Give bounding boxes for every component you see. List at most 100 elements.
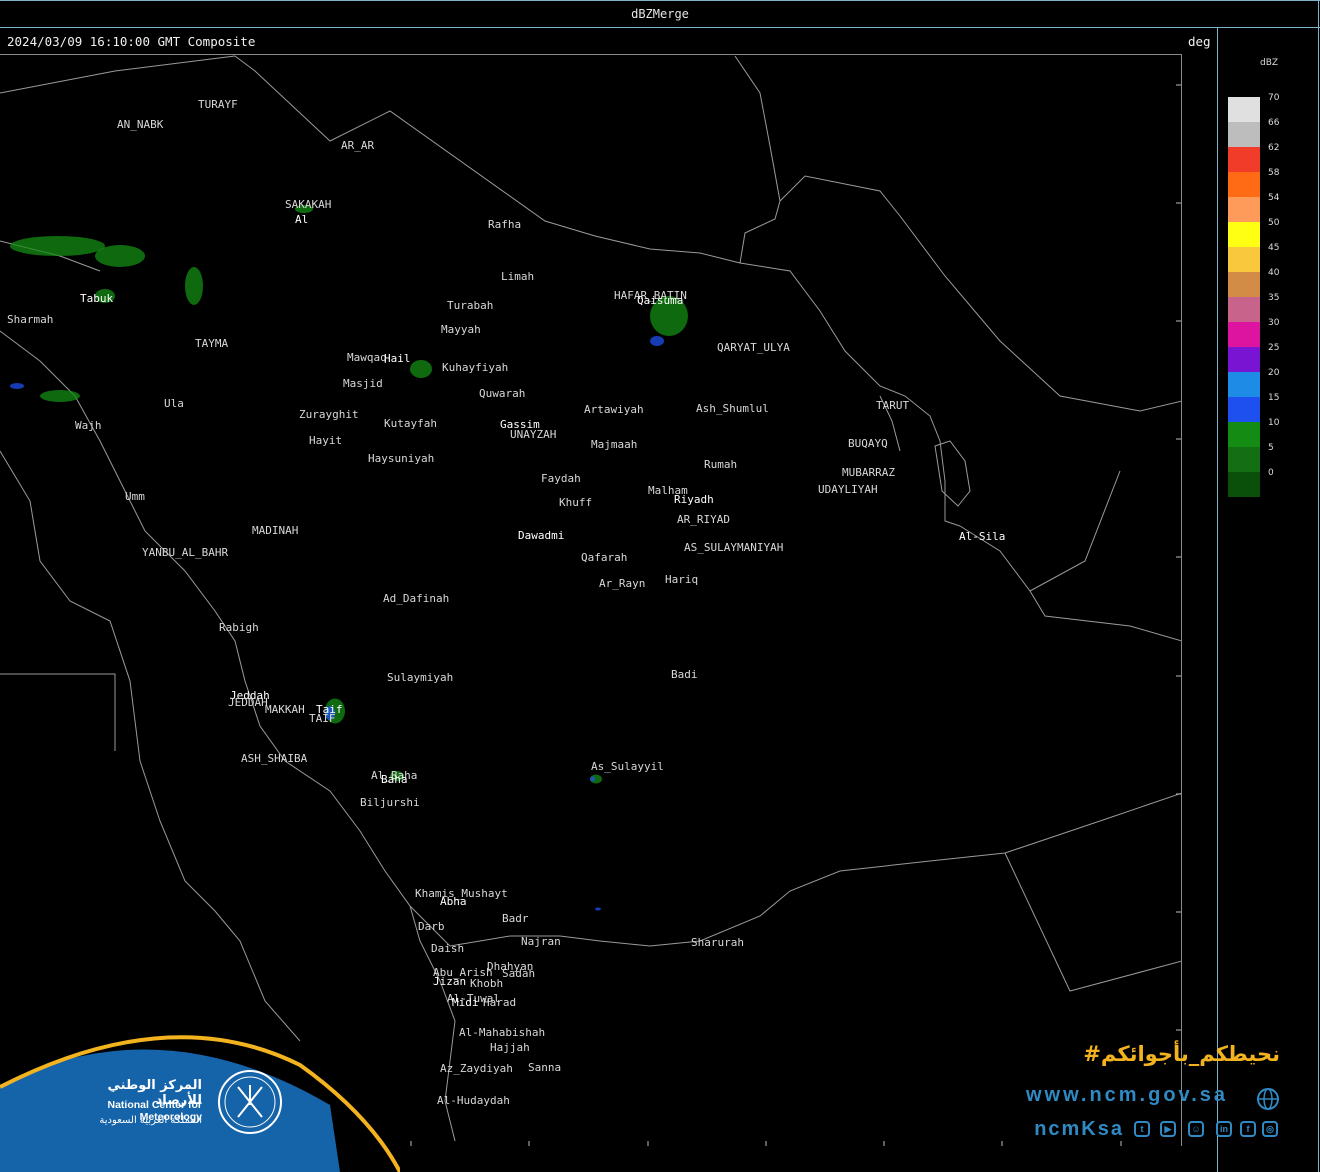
place-label: Qafarah — [581, 551, 627, 564]
place-label: Sanna — [528, 1061, 561, 1074]
window-title: dBZMerge — [631, 7, 689, 21]
radar-echo — [40, 390, 80, 402]
legend-value: 54 — [1268, 193, 1280, 203]
radar-echo — [595, 907, 601, 911]
place-label: JEDDAH — [228, 696, 268, 709]
legend-row: 50 — [1228, 218, 1279, 247]
place-label: MADINAH — [252, 524, 298, 537]
legend-value: 30 — [1268, 318, 1280, 328]
radar-echo — [590, 776, 595, 782]
borders — [0, 55, 1181, 1142]
legend-value: 45 — [1268, 243, 1280, 253]
social-handle[interactable]: ncmKsa — [1000, 1118, 1124, 1141]
legend-swatch — [1228, 372, 1260, 397]
legend-row: 10 — [1228, 418, 1279, 447]
place-label: Umm — [125, 490, 145, 503]
legend-row: 62 — [1228, 143, 1279, 172]
place-label: Baha — [381, 773, 408, 786]
country-name-arabic: المملكة العربية السعودية — [99, 1115, 202, 1126]
place-labels: TURAYF AN_NABK AR_AR SAKAKAH Al Rafha Tabuk Sha… — [7, 98, 1005, 1107]
place-label: Faydah — [541, 472, 581, 485]
place-label: Badi — [671, 668, 698, 681]
place-label: Zurayghit — [299, 408, 359, 421]
legend-swatch — [1228, 172, 1260, 197]
legend-row: 54 — [1228, 193, 1279, 222]
place-label: QARYAT_ULYA — [717, 341, 790, 354]
website-link[interactable]: www.ncm.gov.sa — [1000, 1084, 1228, 1107]
twitter-icon[interactable]: t — [1134, 1121, 1150, 1137]
legend-row: 20 — [1228, 368, 1279, 397]
place-label: Badr — [502, 912, 529, 925]
legend-unit-label: dBZ — [1260, 58, 1279, 68]
globe-icon — [1257, 1088, 1279, 1110]
place-label: Artawiyah — [584, 403, 644, 416]
place-label: Al-Sila — [959, 530, 1005, 543]
legend-row: 35 — [1228, 293, 1279, 322]
place-label: Az_Zaydiyah — [440, 1062, 513, 1075]
sudan-border — [0, 673, 116, 751]
place-label: Ar_Rayn — [599, 577, 645, 590]
legend-swatch — [1228, 447, 1260, 472]
place-label: AN_NABK — [117, 118, 164, 131]
legend-row: 66 — [1228, 118, 1279, 147]
legend-value: 25 — [1268, 343, 1280, 353]
legend-swatch — [1228, 297, 1260, 322]
place-label: TARUT — [876, 399, 909, 412]
place-label: Khuff — [559, 496, 592, 509]
africa-coast — [0, 450, 301, 1042]
place-label: Khobh — [470, 977, 503, 990]
radar-echo — [10, 383, 24, 389]
youtube-icon[interactable]: ▶ — [1160, 1121, 1176, 1137]
legend-swatch — [1228, 272, 1260, 297]
legend-swatch — [1228, 347, 1260, 372]
frame-right-border — [1318, 0, 1319, 1172]
place-label: Ash_Shumlul — [696, 402, 769, 415]
place-label: UDAYLIYAH — [818, 483, 878, 496]
place-label: TAIF — [309, 712, 336, 725]
legend-value: 70 — [1268, 93, 1280, 103]
place-label: Abha — [440, 895, 467, 908]
place-label: Harad — [483, 996, 516, 1009]
legend-swatch — [1228, 472, 1260, 497]
place-label: MUBARRAZ — [842, 466, 895, 479]
axis-ticks: 32302826242220181642444648505254 — [410, 84, 1181, 1146]
place-label: MAKKAH — [265, 703, 305, 716]
place-label: Sadah — [502, 967, 535, 980]
map-canvas: TURAYF AN_NABK AR_AR SAKAKAH Al Rafha Tabuk Sha… — [0, 55, 1181, 1146]
place-label: Ula — [164, 397, 184, 410]
linkedin-icon[interactable]: in — [1216, 1121, 1232, 1137]
legend-row: 0 — [1228, 468, 1274, 497]
place-label: Hail — [384, 352, 411, 365]
place-label: AR_RIYAD — [677, 513, 730, 526]
place-label: Hajjah — [490, 1041, 530, 1054]
legend-swatch — [1228, 197, 1260, 222]
legend-value: 5 — [1268, 443, 1274, 453]
border-jordan-iraq — [234, 55, 781, 264]
place-label: Al-Mahabishah — [459, 1026, 545, 1039]
coast-iran — [779, 175, 1181, 412]
place-label: Jizan — [433, 975, 466, 988]
place-label: Ad_Dafinah — [383, 592, 449, 605]
snapchat-icon[interactable]: ☺ — [1188, 1121, 1204, 1137]
radar-echo — [410, 360, 432, 378]
legend-swatch — [1228, 147, 1260, 172]
legend-row: 25 — [1228, 343, 1279, 372]
legend-swatch — [1228, 97, 1260, 122]
place-label: Quwarah — [479, 387, 525, 400]
axis-unit-label: deg — [1188, 34, 1211, 49]
legend-row: 58 — [1228, 168, 1279, 197]
place-label: Mawqaq — [347, 351, 387, 364]
hashtag-text: #نحيطكم_بأجوائكم — [1083, 1042, 1280, 1066]
place-label: Kuhayfiyah — [442, 361, 508, 374]
place-label: UNAYZAH — [510, 428, 556, 441]
legend-row: 15 — [1228, 393, 1279, 422]
place-label: TURAYF — [198, 98, 238, 111]
place-label: Rumah — [704, 458, 737, 471]
place-label: Tabuk — [80, 292, 113, 305]
radar-map[interactable]: TURAYF AN_NABK AR_AR SAKAKAH Al Rafha Tabuk Sha… — [0, 54, 1182, 1146]
facebook-icon[interactable]: f — [1240, 1121, 1256, 1137]
legend-row: 5 — [1228, 443, 1274, 472]
legend-value: 66 — [1268, 118, 1280, 128]
legend-value: 15 — [1268, 393, 1280, 403]
instagram-icon[interactable]: ◎ — [1262, 1121, 1278, 1137]
